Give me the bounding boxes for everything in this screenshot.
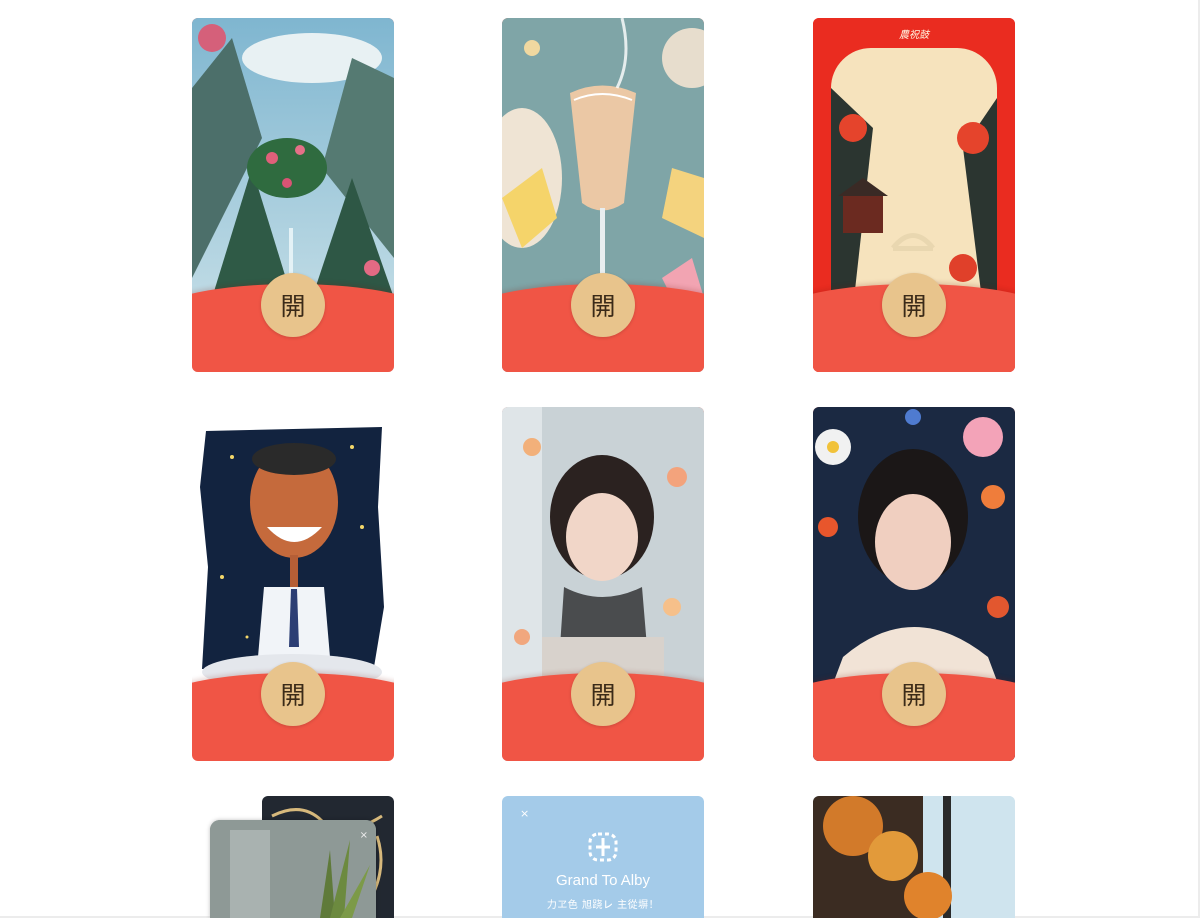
red-envelope-card-woman-flowers[interactable]: 開 [813,407,1015,761]
red-envelope-card-girl-scarf[interactable]: 開 [502,407,704,761]
open-button[interactable]: 開 [882,273,946,337]
card-subtitle: 力ヱ色 旭跷㆑ 主從塀！ [546,900,660,911]
card-title: Grand To Alby [556,872,650,889]
partial-card-autumn-window[interactable] [813,796,1015,918]
open-button[interactable]: 開 [571,662,635,726]
red-envelope-card-champagne[interactable]: 開 [502,18,704,372]
card-header-text: 農祝鼓 [899,30,929,41]
open-button[interactable]: 開 [882,662,946,726]
red-envelope-card-mountain[interactable]: 開 [192,18,394,372]
close-icon[interactable]: × [360,830,368,841]
red-envelope-card-autumn-pavilion[interactable]: 農祝鼓 開 [813,18,1015,372]
partial-card-grand-to-alby[interactable]: × Grand To Alby 力ヱ色 旭跷㆑ 主從塀！ [502,796,704,918]
open-button[interactable]: 開 [571,273,635,337]
brand-logo-icon [586,830,620,868]
red-envelope-card-caricature[interactable]: 開 [192,407,394,761]
close-icon[interactable]: × [520,807,529,820]
open-button[interactable]: 開 [261,662,325,726]
open-button[interactable]: 開 [261,273,325,337]
partial-card-plant-window[interactable]: × [210,820,376,918]
